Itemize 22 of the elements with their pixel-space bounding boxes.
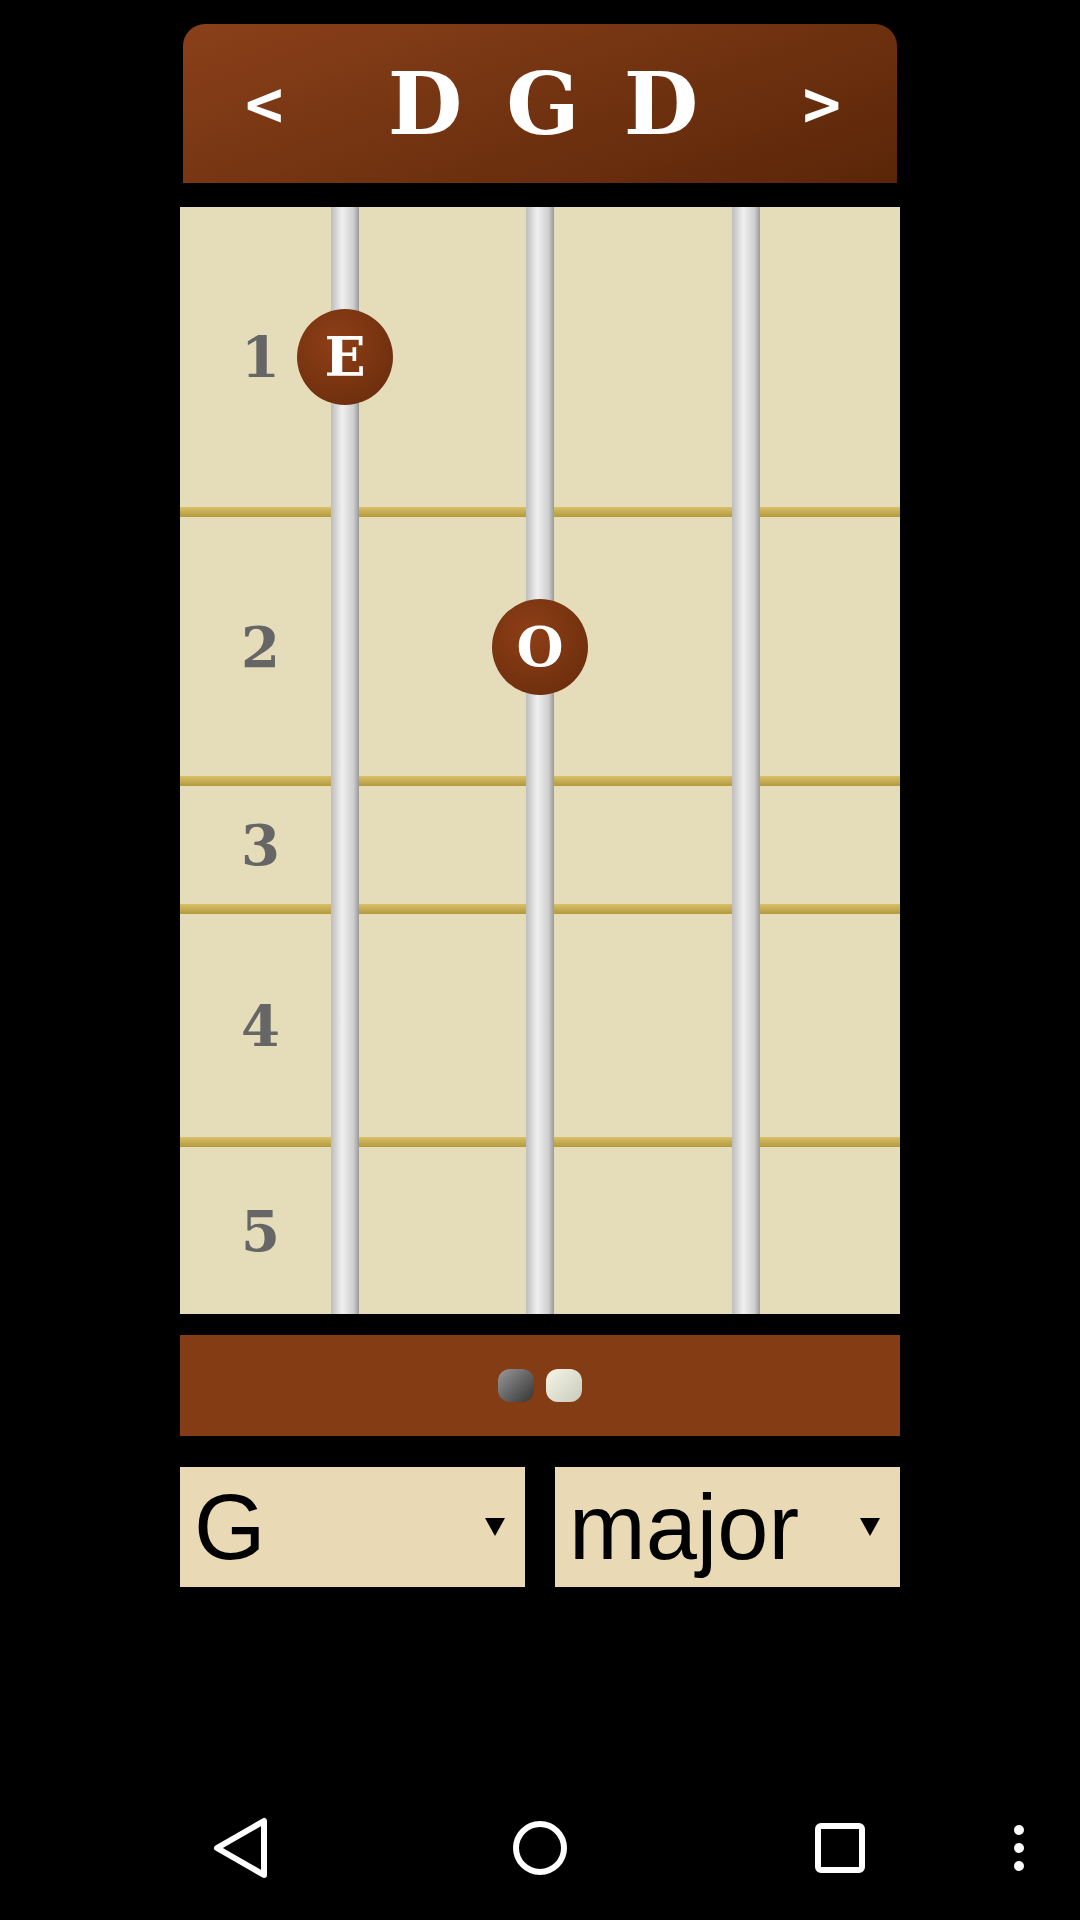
home-icon[interactable] (512, 1820, 568, 1876)
string-note: G (506, 60, 580, 147)
fret-number: 2 (241, 618, 280, 675)
more-icon[interactable] (1013, 1824, 1025, 1872)
finger-marker[interactable]: O (492, 598, 588, 695)
dropdown-value: G (194, 1474, 266, 1580)
fret-number: 1 (241, 329, 280, 385)
previous-button[interactable]: < (245, 71, 284, 136)
string-note: D (387, 60, 463, 147)
back-icon[interactable] (212, 1817, 268, 1879)
caret-icon (485, 1518, 505, 1536)
dropdown[interactable]: major (555, 1467, 900, 1587)
fret-number: 3 (241, 817, 280, 873)
fret-number: 5 (241, 1202, 280, 1259)
finger-marker[interactable]: E (297, 309, 393, 405)
dropdown[interactable]: G (180, 1467, 525, 1587)
caret-icon (860, 1518, 880, 1536)
dropdown-value: major (569, 1474, 800, 1580)
fret-number: 4 (241, 997, 280, 1054)
next-button[interactable]: > (802, 71, 841, 136)
string-note: D (623, 60, 699, 147)
recents-icon[interactable] (815, 1823, 865, 1873)
